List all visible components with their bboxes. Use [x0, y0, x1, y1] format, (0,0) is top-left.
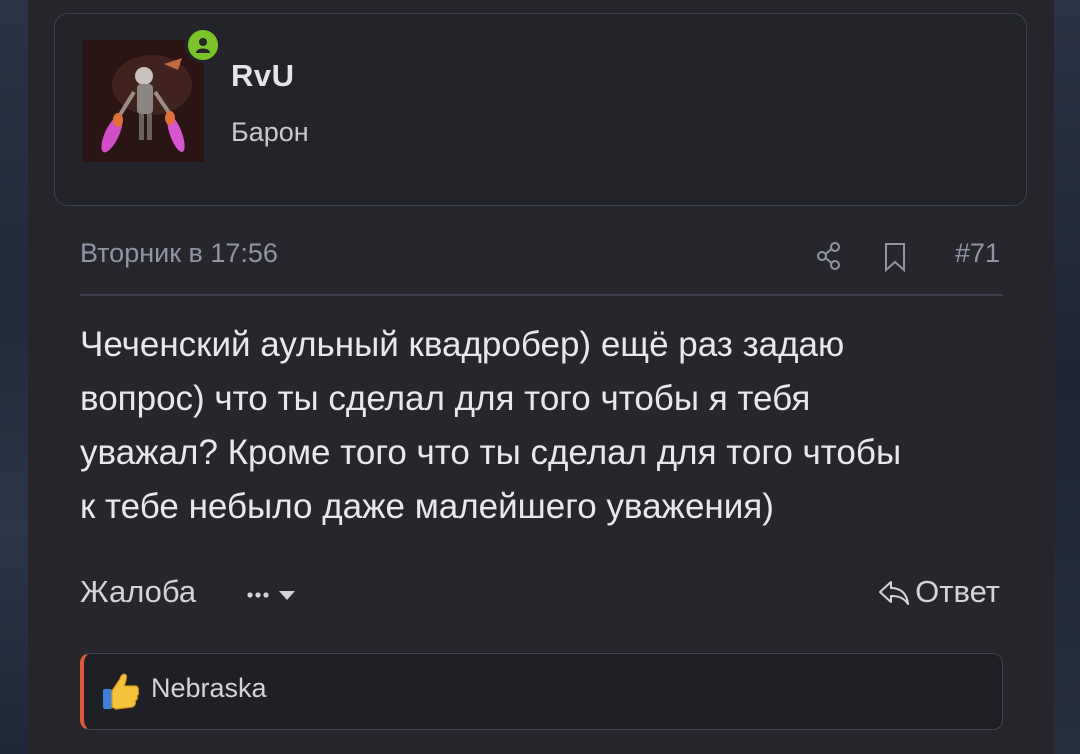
post-date[interactable]: Вторник в 17:56	[80, 238, 278, 269]
report-button[interactable]: Жалоба	[80, 574, 196, 610]
reply-button[interactable]: Ответ	[877, 574, 1000, 614]
user-online-icon	[185, 27, 221, 63]
thumbs-up-icon	[100, 669, 142, 713]
message-line: Чеченский аульный квадробер) ещё раз зад…	[80, 325, 845, 364]
reaction-bar[interactable]: Nebraska	[80, 653, 1003, 730]
user-card: RvU Барон	[54, 13, 1027, 206]
username[interactable]: RvU	[231, 58, 295, 94]
share-icon[interactable]	[815, 240, 843, 272]
forum-post: RvU Барон Вторник в 17:56 #71 Чеченский …	[28, 0, 1054, 754]
bookmark-icon[interactable]	[882, 241, 908, 273]
divider	[80, 294, 1003, 296]
message-line: вопрос) что ты сделал для того чтобы я т…	[80, 379, 811, 418]
user-title: Барон	[231, 117, 309, 147]
avatar[interactable]	[82, 40, 204, 162]
post-meta: Вторник в 17:56 #71	[80, 238, 1000, 278]
chevron-down-icon	[279, 591, 295, 600]
reply-label: Ответ	[915, 574, 1000, 609]
message-line: уважал? Кроме того что ты сделал для тог…	[80, 433, 902, 472]
page-background-right	[1054, 0, 1080, 754]
page-background-left	[0, 0, 28, 754]
post-number[interactable]: #71	[955, 238, 1000, 269]
message-line: к тебе небыло даже малейшего уважения)	[80, 487, 774, 526]
reply-icon	[877, 577, 911, 607]
reaction-users[interactable]: Nebraska	[151, 673, 267, 704]
post-message: Чеченский аульный квадробер) ещё раз зад…	[80, 318, 1010, 534]
post-actions: Жалоба Ответ	[80, 572, 1000, 616]
more-menu-button[interactable]	[243, 576, 313, 612]
